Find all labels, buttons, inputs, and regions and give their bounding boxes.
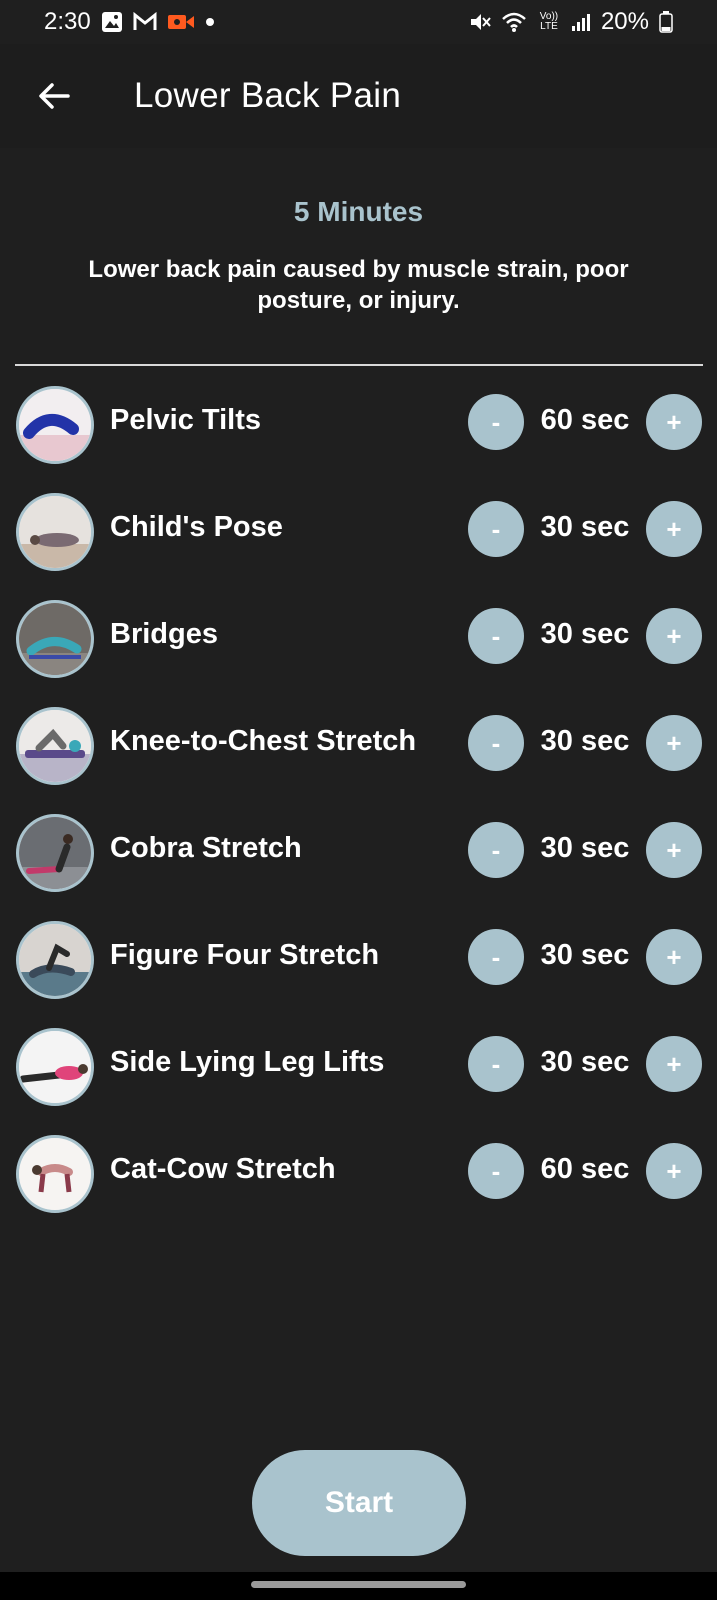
decrease-button[interactable]: - — [468, 929, 524, 985]
exercise-thumbnail — [16, 814, 94, 892]
mute-icon — [469, 11, 491, 33]
exercise-thumbnail — [16, 1135, 94, 1213]
exercise-duration: 30 sec — [540, 1046, 630, 1078]
exercise-name: Figure Four Stretch — [110, 939, 380, 971]
status-bar-right: Vo)) LTE 20% — [469, 8, 673, 36]
status-bar: 2:30 Vo)) LTE 20% — [0, 0, 717, 44]
app-bar: Lower Back Pain — [0, 44, 717, 148]
exercise-duration: 30 sec — [540, 939, 630, 971]
system-nav-bar — [0, 1572, 717, 1600]
wifi-icon — [501, 11, 527, 33]
decrease-button[interactable]: - — [468, 715, 524, 771]
exercise-list: Pelvic Tilts - 60 sec + Child's Pose - 3… — [0, 371, 717, 1227]
home-gesture-handle[interactable] — [251, 1581, 466, 1588]
exercise-row: Cat-Cow Stretch - 60 sec + — [0, 1120, 717, 1227]
exercise-duration: 60 sec — [540, 1153, 630, 1185]
back-button[interactable] — [24, 66, 84, 126]
exercise-thumbnail — [16, 600, 94, 678]
decrease-button[interactable]: - — [468, 394, 524, 450]
arrow-left-icon — [39, 83, 70, 109]
exercise-duration: 30 sec — [540, 725, 630, 757]
exercise-row: Figure Four Stretch - 30 sec + — [0, 906, 717, 1013]
exercise-name: Side Lying Leg Lifts — [110, 1046, 385, 1078]
exercise-thumbnail — [16, 921, 94, 999]
divider — [15, 364, 703, 366]
signal-icon — [571, 12, 591, 32]
exercise-name: Child's Pose — [110, 511, 283, 543]
increase-button[interactable]: + — [646, 608, 702, 664]
exercise-thumbnail — [16, 386, 94, 464]
volte-label: Vo)) LTE — [539, 11, 559, 32]
exercise-name: Bridges — [110, 618, 218, 650]
gallery-icon — [101, 11, 123, 33]
increase-button[interactable]: + — [646, 394, 702, 450]
battery-icon — [659, 11, 673, 33]
video-record-icon — [167, 12, 195, 32]
dot-icon — [205, 17, 215, 27]
page-title: Lower Back Pain — [134, 76, 402, 115]
exercise-row: Child's Pose - 30 sec + — [0, 478, 717, 585]
decrease-button[interactable]: - — [468, 822, 524, 878]
exercise-row: Side Lying Leg Lifts - 30 sec + — [0, 1013, 717, 1120]
exercise-name: Cobra Stretch — [110, 832, 302, 864]
increase-button[interactable]: + — [646, 929, 702, 985]
increase-button[interactable]: + — [646, 822, 702, 878]
routine-description: Lower back pain caused by muscle strain,… — [88, 256, 629, 314]
total-duration: 5 Minutes — [293, 196, 424, 227]
decrease-button[interactable]: - — [468, 608, 524, 664]
exercise-row: Knee-to-Chest Stretch - 30 sec + — [0, 692, 717, 799]
volte-icon: Vo)) LTE — [537, 12, 561, 32]
increase-button[interactable]: + — [646, 1036, 702, 1092]
increase-button[interactable]: + — [646, 715, 702, 771]
exercise-name: Cat-Cow Stretch — [110, 1153, 336, 1185]
decrease-button[interactable]: - — [468, 501, 524, 557]
exercise-duration: 30 sec — [540, 618, 630, 650]
exercise-thumbnail — [16, 493, 94, 571]
clock: 2:30 — [44, 8, 91, 35]
decrease-button[interactable]: - — [468, 1036, 524, 1092]
exercise-row: Cobra Stretch - 30 sec + — [0, 799, 717, 906]
exercise-row: Bridges - 30 sec + — [0, 585, 717, 692]
exercise-thumbnail — [16, 707, 94, 785]
battery-percent: 20% — [600, 8, 649, 35]
start-button[interactable]: Start — [252, 1450, 466, 1556]
increase-button[interactable]: + — [646, 501, 702, 557]
exercise-row: Pelvic Tilts - 60 sec + — [0, 371, 717, 478]
exercise-name: Pelvic Tilts — [110, 404, 261, 436]
exercise-name: Knee-to-Chest Stretch — [110, 725, 417, 757]
status-bar-left: 2:30 — [44, 8, 215, 36]
exercise-duration: 30 sec — [540, 511, 630, 543]
exercise-duration: 30 sec — [540, 832, 630, 864]
gmail-icon — [133, 12, 157, 32]
increase-button[interactable]: + — [646, 1143, 702, 1199]
decrease-button[interactable]: - — [468, 1143, 524, 1199]
exercise-duration: 60 sec — [540, 404, 630, 436]
exercise-thumbnail — [16, 1028, 94, 1106]
